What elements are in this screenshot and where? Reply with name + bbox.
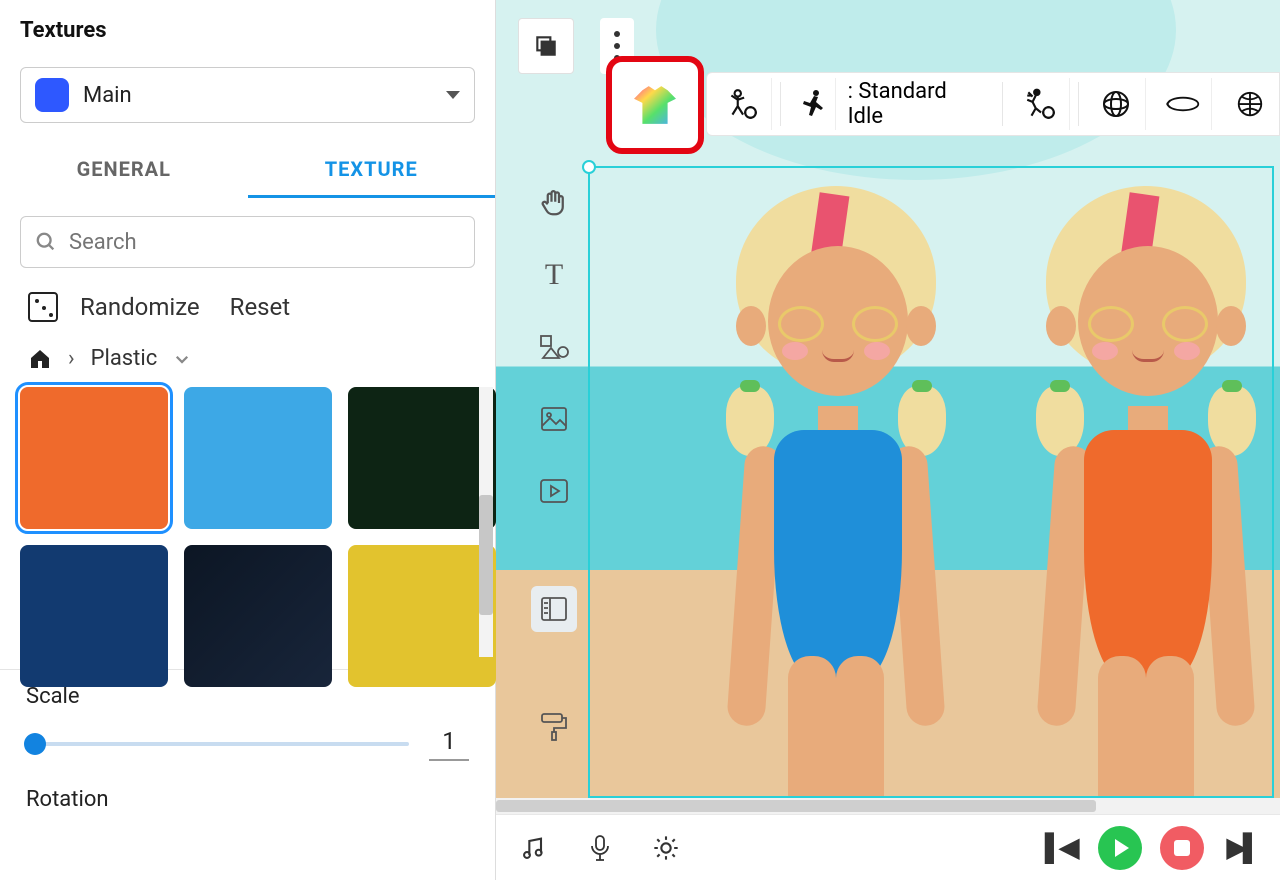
view-globe-button[interactable] [1087, 78, 1146, 130]
shapes-icon [539, 334, 569, 360]
music-button[interactable] [514, 828, 554, 868]
home-icon[interactable] [28, 347, 52, 371]
paint-tool[interactable] [531, 704, 577, 750]
pan-tool[interactable] [531, 180, 577, 226]
swatch-navy[interactable] [20, 545, 168, 687]
skip-start-icon: ▌◀ [1045, 832, 1075, 863]
chevron-down-icon[interactable] [173, 350, 191, 368]
randomize-button[interactable]: Randomize [80, 293, 200, 321]
brightness-button[interactable] [646, 828, 686, 868]
paint-roller-icon [540, 712, 568, 742]
scale-slider-thumb[interactable] [24, 733, 46, 755]
animation-label[interactable]: : Standard Idle [844, 79, 995, 129]
search-icon [35, 231, 57, 253]
outfit-button-highlighted[interactable] [606, 56, 704, 154]
hand-icon [539, 188, 569, 218]
swatch-lightblue[interactable] [184, 387, 332, 529]
canvas-hscrollbar[interactable] [496, 798, 1280, 814]
dropdown-label: Main [83, 83, 132, 108]
canvas[interactable]: : Standard Idle T [496, 0, 1280, 814]
video-frame-tool[interactable] [531, 468, 577, 514]
image-tool[interactable] [531, 396, 577, 442]
swatch-black[interactable] [184, 545, 332, 687]
runner-icon [796, 88, 828, 120]
panel-tool-selected[interactable] [531, 586, 577, 632]
video-frame-icon [539, 478, 569, 504]
chevron-down-icon [446, 91, 460, 99]
swatch-orange[interactable] [20, 387, 168, 529]
shapes-tool[interactable] [531, 324, 577, 370]
breadcrumb: › Plastic [28, 346, 495, 371]
bottom-bar: ▌◀ ▶▌ [496, 814, 1280, 880]
runner-gear-icon [1023, 87, 1057, 121]
panel-title: Textures [20, 18, 475, 43]
animation-icon-button[interactable] [789, 78, 836, 130]
panel-icon [540, 596, 568, 622]
dice-icon[interactable] [28, 292, 58, 322]
image-icon [540, 406, 568, 432]
canvas-region: : Standard Idle T [496, 0, 1280, 880]
selection-handle[interactable] [582, 160, 596, 174]
animation-settings-button[interactable] [1011, 78, 1070, 130]
text-tool[interactable]: T [531, 252, 577, 298]
swatch-scrollbar-thumb[interactable] [479, 495, 493, 615]
scale-slider[interactable] [26, 742, 409, 746]
reset-button[interactable]: Reset [230, 293, 290, 321]
duplicate-icon [533, 33, 559, 59]
skip-start-button[interactable]: ▌◀ [1040, 828, 1080, 868]
breadcrumb-category[interactable]: Plastic [91, 346, 158, 371]
sun-icon [652, 834, 680, 862]
texture-slot-dropdown[interactable]: Main [20, 67, 475, 123]
swatch-yellow[interactable] [348, 545, 496, 687]
scale-label: Scale [26, 684, 469, 709]
extra-globe-button[interactable] [1220, 78, 1279, 130]
skip-end-button[interactable]: ▶▌ [1222, 828, 1262, 868]
canvas-hscrollbar-thumb[interactable] [496, 800, 1096, 812]
selection-rectangle[interactable] [588, 166, 1274, 798]
scale-value[interactable]: 1 [429, 727, 469, 761]
person-gear-icon [725, 87, 759, 121]
search-input[interactable] [69, 230, 460, 255]
text-icon: T [545, 258, 563, 292]
tab-texture[interactable]: TEXTURE [248, 143, 496, 198]
canvas-vertical-toolbar: T [522, 180, 586, 750]
search-input-wrap[interactable] [20, 216, 475, 268]
swatch-darkgreen[interactable] [348, 387, 496, 529]
globe-icon [1100, 88, 1132, 120]
duplicate-button[interactable] [518, 18, 574, 74]
character-toolbar: : Standard Idle [706, 72, 1280, 136]
globe-grid-icon [1235, 89, 1265, 119]
tshirt-rainbow-icon [634, 86, 676, 124]
mic-button[interactable] [580, 828, 620, 868]
play-button[interactable] [1098, 826, 1142, 870]
rotate-360-button[interactable] [1154, 78, 1213, 130]
swatch-grid [0, 387, 495, 687]
rotate-360-icon [1165, 92, 1201, 116]
skip-end-icon: ▶▌ [1227, 832, 1257, 863]
chevron-right-icon: › [68, 346, 75, 371]
panel-tabs: GENERAL TEXTURE [0, 143, 495, 198]
stop-button[interactable] [1160, 826, 1204, 870]
dropdown-swatch [35, 78, 69, 112]
rotation-label: Rotation [26, 787, 469, 812]
pose-gear-button[interactable] [713, 78, 772, 130]
microphone-icon [588, 834, 612, 862]
tab-general[interactable]: GENERAL [0, 143, 248, 198]
texture-panel: Textures Main GENERAL TEXTURE Randomize … [0, 0, 496, 880]
music-icon [520, 834, 548, 862]
